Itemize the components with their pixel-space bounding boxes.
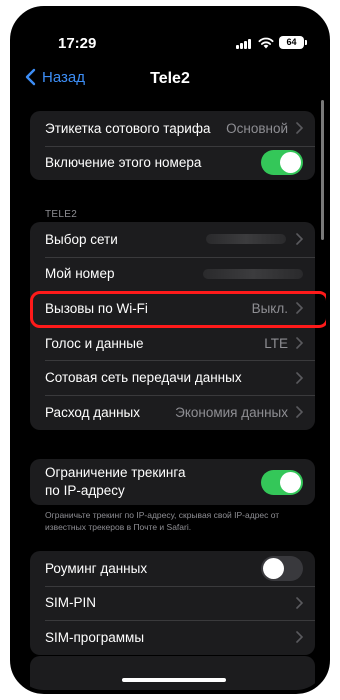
chevron-right-icon	[296, 233, 303, 246]
row-label: Включение этого номера	[45, 155, 202, 171]
row-sim-apps[interactable]: SIM-программы	[30, 620, 315, 655]
row-value: Экономия данных	[175, 404, 288, 420]
wifi-icon	[258, 37, 274, 49]
row-ip-tracking: Ограничение трекинга по IP-адресу	[30, 459, 315, 505]
row-label: Голос и данные	[45, 335, 144, 351]
row-my-number[interactable]: Мой номер	[30, 256, 315, 292]
data-roaming-toggle[interactable]	[261, 555, 303, 581]
chevron-right-icon	[296, 631, 303, 644]
highlight-box-wifi-calling	[30, 291, 326, 328]
row-network-selection[interactable]: Выбор сети	[30, 222, 315, 257]
page-title: Tele2	[150, 70, 190, 87]
chevron-right-icon	[296, 337, 303, 349]
phone-frame: 17:29 64 Назад Tele2 Этикетка сотового т…	[10, 6, 330, 694]
row-cellular-data-network[interactable]: Сотовая сеть передачи данных	[30, 360, 315, 395]
scroll-indicator[interactable]	[321, 100, 324, 240]
row-data-roaming: Роуминг данных	[30, 551, 315, 586]
next-group-partial	[30, 656, 315, 690]
row-label: Этикетка сотового тарифа	[45, 120, 211, 136]
blurred-value	[206, 234, 286, 245]
row-tariff-label[interactable]: Этикетка сотового тарифа Основной	[30, 111, 315, 146]
row-data-usage[interactable]: Расход данных Экономия данных	[30, 394, 315, 430]
status-time: 17:29	[58, 35, 97, 52]
toggle-knob	[263, 557, 284, 579]
battery-icon: 64	[279, 36, 307, 49]
ip-tracking-toggle[interactable]	[261, 469, 303, 495]
row-line-enable: Включение этого номера	[30, 145, 315, 181]
status-bar: 17:29 64	[14, 10, 326, 58]
row-label: Сотовая сеть передачи данных	[45, 370, 242, 386]
blurred-value	[203, 268, 303, 279]
navigation-bar: Назад Tele2	[14, 62, 326, 98]
tariff-group: Этикетка сотового тарифа Основной Включе…	[30, 111, 315, 181]
chevron-right-icon	[296, 597, 303, 609]
section-header-tele2: TELE2	[45, 209, 78, 220]
row-label: Ограничение трекинга по IP-адресу	[45, 465, 186, 498]
row-voice-data[interactable]: Голос и данные LTE	[30, 325, 315, 361]
row-sim-pin[interactable]: SIM-PIN	[30, 585, 315, 621]
ip-tracking-footnote: Ограничьте трекинг по IP-адресу, скрывая…	[45, 510, 280, 532]
row-label: SIM-PIN	[45, 595, 97, 611]
chevron-right-icon	[296, 122, 303, 135]
chevron-right-icon	[296, 406, 303, 419]
sim-group: Роуминг данных SIM-PIN SIM-программы	[30, 551, 315, 655]
row-label: Роуминг данных	[45, 560, 148, 576]
row-label: Мой номер	[45, 266, 115, 282]
row-value: Основной	[226, 120, 288, 136]
row-label: SIM-программы	[45, 629, 145, 645]
ip-tracking-group: Ограничение трекинга по IP-адресу	[30, 459, 315, 505]
toggle-knob	[280, 152, 301, 174]
row-label: Расход данных	[45, 404, 141, 420]
settings-screen: 17:29 64 Назад Tele2 Этикетка сотового т…	[14, 10, 326, 690]
row-label: Выбор сети	[45, 231, 118, 247]
line-enable-toggle[interactable]	[261, 150, 303, 176]
cellular-signal-icon	[236, 38, 252, 49]
toggle-knob	[280, 471, 301, 493]
chevron-right-icon	[296, 371, 303, 384]
row-value: LTE	[264, 335, 288, 351]
home-indicator[interactable]	[122, 678, 226, 682]
